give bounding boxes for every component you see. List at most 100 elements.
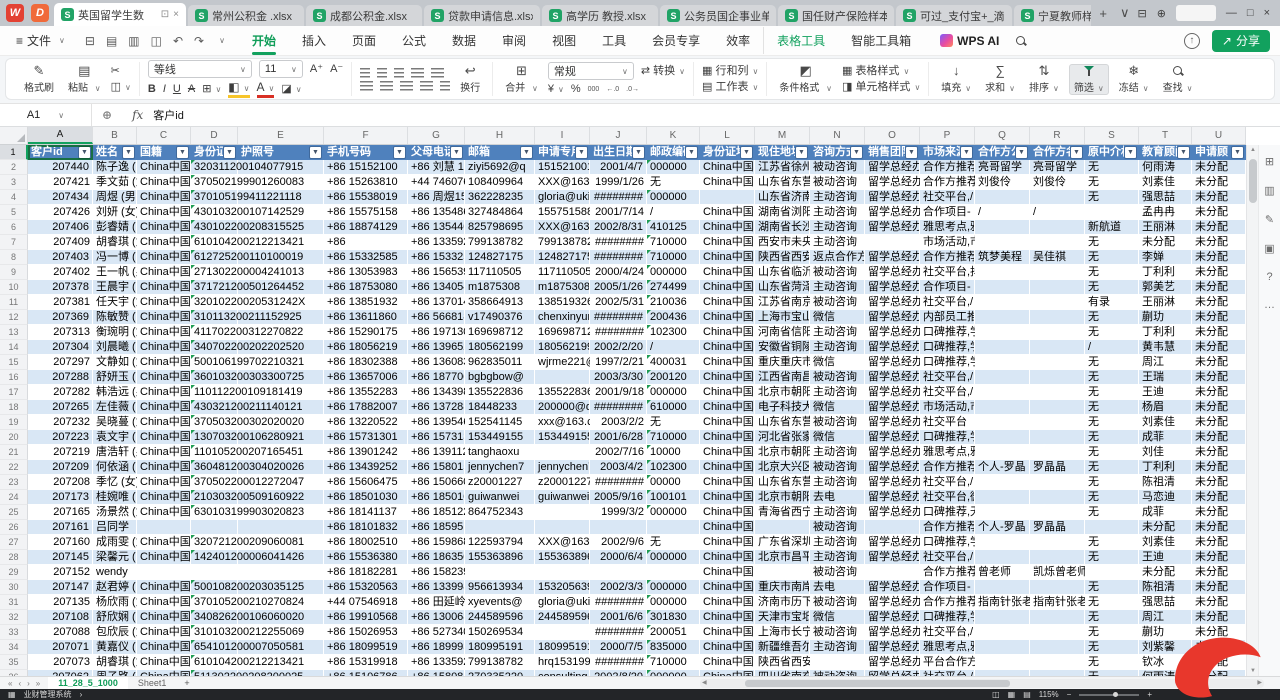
cell[interactable]: 207160 <box>28 535 93 550</box>
cell[interactable]: 207152 <box>28 565 93 580</box>
cell[interactable]: 207208 <box>28 475 93 490</box>
cell[interactable]: 无 <box>1085 430 1139 445</box>
cell[interactable]: 山东省东营 <box>755 175 810 190</box>
cell[interactable]: 000000 <box>647 550 700 565</box>
cell-style-button[interactable]: ◨ 单元格样式∨ <box>842 81 920 94</box>
cell[interactable]: 江苏省南京 <box>755 295 810 310</box>
underline-button[interactable]: U <box>173 83 181 96</box>
cell[interactable]: 2002/8/31 <box>590 220 647 235</box>
cell[interactable]: +86 1395468251 <box>408 415 465 430</box>
cell[interactable]: 北京市朝阳 <box>755 490 810 505</box>
scroll-left-icon[interactable]: ◀ <box>702 679 707 688</box>
cell[interactable] <box>535 565 590 580</box>
cell[interactable]: 微信 <box>810 430 865 445</box>
cell[interactable]: 河北省张家 <box>755 430 810 445</box>
cell[interactable]: 留学总经办 <box>865 325 920 340</box>
cell[interactable]: 2002/9/6 <box>590 535 647 550</box>
horizontal-scroll-thumb[interactable] <box>745 680 1010 687</box>
cell[interactable]: 陈祖清 <box>1139 475 1192 490</box>
cell[interactable]: 未分配 <box>1192 415 1246 430</box>
cell[interactable]: China中国 <box>137 640 191 655</box>
file-tab[interactable]: S可过_支付宝+_滴滴 <box>896 5 1012 26</box>
filter-dropdown-button[interactable]: ▼ <box>796 147 807 158</box>
cell[interactable]: 370105199411221118 <box>191 190 238 205</box>
cell[interactable]: xxx@163.co <box>535 415 590 430</box>
cell[interactable]: 102300 <box>647 325 700 340</box>
cell[interactable]: 主动咨询 <box>810 640 865 655</box>
cell[interactable] <box>1030 430 1085 445</box>
cell[interactable] <box>1030 385 1085 400</box>
cell[interactable]: China中国 <box>700 220 755 235</box>
menu-item-效率[interactable]: 效率 <box>713 27 763 54</box>
cell[interactable]: 110112200109181419 <box>191 385 238 400</box>
cell[interactable] <box>1030 640 1085 655</box>
header-cell[interactable]: 咨询方式▼ <box>810 145 865 160</box>
cell[interactable]: 陈敏赞 (女 <box>93 310 137 325</box>
cell[interactable]: 210036 <box>647 295 700 310</box>
cell[interactable]: 刘妍 (女) <box>93 205 137 220</box>
cell[interactable]: 口碑推荐,学 <box>920 430 975 445</box>
cell[interactable]: 无 <box>1085 595 1139 610</box>
cell[interactable] <box>1030 310 1085 325</box>
cell[interactable]: 200436 <box>647 310 700 325</box>
cell[interactable] <box>1030 400 1085 415</box>
cell[interactable]: 黄韦慧 <box>1139 340 1192 355</box>
cell[interactable]: 被动咨询 <box>810 370 865 385</box>
cell[interactable]: 重庆市南岸 <box>755 580 810 595</box>
cell[interactable]: 社交平台,抖 <box>920 265 975 280</box>
cell[interactable]: 合作项目- <box>920 205 975 220</box>
cell[interactable]: 口碑推荐,学 <box>920 535 975 550</box>
cell[interactable] <box>975 415 1030 430</box>
cell[interactable]: 500108200203035125 <box>191 580 238 595</box>
cell[interactable]: China中国 <box>137 295 191 310</box>
cell[interactable]: +86 1340540988 <box>408 280 465 295</box>
cell[interactable] <box>238 520 324 535</box>
cell[interactable]: 150269534 <box>465 625 535 640</box>
filter-dropdown-button[interactable]: ▼ <box>123 147 134 158</box>
cell[interactable]: +86 1877000215 <box>408 370 465 385</box>
font-color-button[interactable]: A∨ <box>257 81 275 98</box>
cell[interactable]: 155363896 <box>465 550 535 565</box>
cell[interactable]: 雅思考点,雅 <box>920 640 975 655</box>
cell[interactable]: 825798695 <box>465 220 535 235</box>
cell[interactable]: 胡睿琪 (女 <box>93 235 137 250</box>
cell[interactable]: 北京大兴区 <box>755 460 810 475</box>
cell[interactable]: 610000 <box>647 400 700 415</box>
cell[interactable]: +86 18501030 <box>324 490 408 505</box>
cell[interactable] <box>975 490 1030 505</box>
cell[interactable]: 310113200211152925 <box>191 310 238 325</box>
cell[interactable]: 未分配 <box>1192 385 1246 400</box>
cell[interactable]: 000000 <box>647 160 700 175</box>
cell[interactable]: 袁文宇 (女 <box>93 430 137 445</box>
zoom-slider[interactable] <box>1079 694 1139 696</box>
cell[interactable]: China中国 <box>137 445 191 460</box>
cell[interactable]: jennychen7 <box>535 460 590 475</box>
cell[interactable]: 主动咨询 <box>810 235 865 250</box>
cell[interactable]: 丁利利 <box>1139 265 1192 280</box>
cell[interactable]: +86 13552283 <box>324 385 408 400</box>
cell[interactable] <box>1030 445 1085 460</box>
cell[interactable] <box>975 550 1030 565</box>
cell[interactable]: 358664913 <box>465 295 535 310</box>
row-number[interactable]: 10 <box>0 280 28 295</box>
cell[interactable]: 未分配 <box>1192 175 1246 190</box>
cell[interactable]: China中国 <box>700 160 755 175</box>
column-header-N[interactable]: N <box>810 127 865 144</box>
cell[interactable]: 留学总经办 <box>865 250 920 265</box>
cell[interactable]: 370503200302020020 <box>191 415 238 430</box>
file-tab[interactable]: S公务员国企事业单位 <box>660 5 776 26</box>
cell[interactable]: 山东省东营 <box>755 475 810 490</box>
cell[interactable]: +86 1372884680 <box>408 400 465 415</box>
cell[interactable]: 835000 <box>647 640 700 655</box>
cell[interactable]: China中国 <box>700 340 755 355</box>
rail-tool-icon-5[interactable]: … <box>1264 299 1275 311</box>
cell[interactable]: 被动咨询 <box>810 415 865 430</box>
cell[interactable]: China中国 <box>137 430 191 445</box>
cell[interactable]: 雅思考点,雅 <box>920 220 975 235</box>
cell[interactable] <box>975 295 1030 310</box>
cell[interactable]: 10000 <box>647 445 700 460</box>
cell[interactable]: 362228235 <box>465 190 535 205</box>
cell[interactable]: 207378 <box>28 280 93 295</box>
view-normal-icon[interactable]: ◫ <box>992 690 1000 699</box>
cell[interactable]: 无 <box>1085 415 1139 430</box>
